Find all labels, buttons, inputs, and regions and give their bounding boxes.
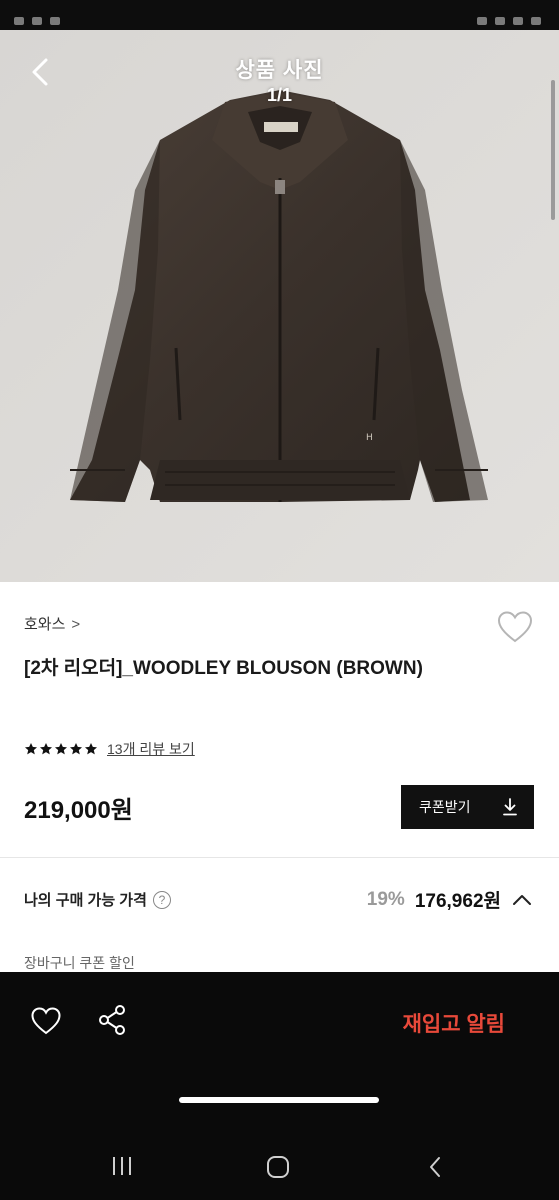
my-price-label: 나의 구매 가능 가격 — [24, 892, 147, 909]
discount-rate: 19% — [366, 888, 405, 910]
rating-row: 13개 리뷰 보기 — [24, 738, 195, 760]
image-viewer-header: 상품 사진 1/1 — [0, 30, 559, 120]
recent-apps-icon[interactable] — [110, 1155, 134, 1177]
my-price-summary[interactable]: 19% 176,962원 — [367, 886, 533, 913]
review-link[interactable]: 13개 리뷰 보기 — [107, 739, 195, 759]
star-icon — [24, 743, 38, 755]
star-icon — [54, 743, 68, 755]
home-icon[interactable] — [266, 1155, 290, 1179]
status-bar-left — [14, 12, 164, 25]
image-counter: 1/1 — [266, 85, 293, 105]
chevron-up-icon[interactable] — [511, 889, 533, 911]
help-icon[interactable]: ? — [152, 890, 171, 909]
star-icon — [39, 743, 53, 755]
status-bar — [0, 0, 559, 30]
page-title: 상품 사진 — [235, 59, 324, 82]
brand-link[interactable]: 호와스 > — [24, 613, 80, 634]
brand-name: 호와스 — [24, 616, 66, 633]
gesture-bar[interactable] — [179, 1097, 379, 1103]
download-icon — [503, 798, 517, 816]
final-price: 176,962원 — [414, 891, 501, 912]
coupon-button-label: 쿠폰받기 — [419, 799, 471, 815]
coupon-download-button[interactable]: 쿠폰받기 — [401, 785, 534, 829]
share-icon[interactable] — [97, 1004, 127, 1036]
star-rating — [24, 742, 98, 756]
product-image[interactable]: H 상품 사진 1/1 — [0, 30, 559, 582]
star-icon — [69, 743, 83, 755]
heart-icon[interactable] — [30, 1006, 62, 1036]
cart-coupon-label: 장바구니 쿠폰 할인 — [24, 955, 135, 971]
svg-text:H: H — [366, 433, 373, 443]
chevron-right-icon: > — [71, 616, 81, 633]
scrollbar[interactable] — [551, 80, 555, 220]
restock-alert-button[interactable]: 재입고 알림 — [403, 1008, 505, 1038]
my-price-label-row: 나의 구매 가능 가격 ? — [24, 889, 171, 910]
back-icon[interactable] — [426, 1155, 444, 1179]
star-icon — [84, 743, 98, 755]
bottom-action-bar: 재입고 알림 — [0, 972, 559, 1200]
wishlist-heart-icon[interactable] — [497, 610, 533, 644]
status-bar-right — [379, 12, 549, 25]
section-divider — [0, 857, 559, 858]
product-title: [2차 리오더]_WOODLEY BLOUSON (BROWN) — [24, 658, 423, 679]
original-price: 219,000원 — [24, 797, 133, 824]
